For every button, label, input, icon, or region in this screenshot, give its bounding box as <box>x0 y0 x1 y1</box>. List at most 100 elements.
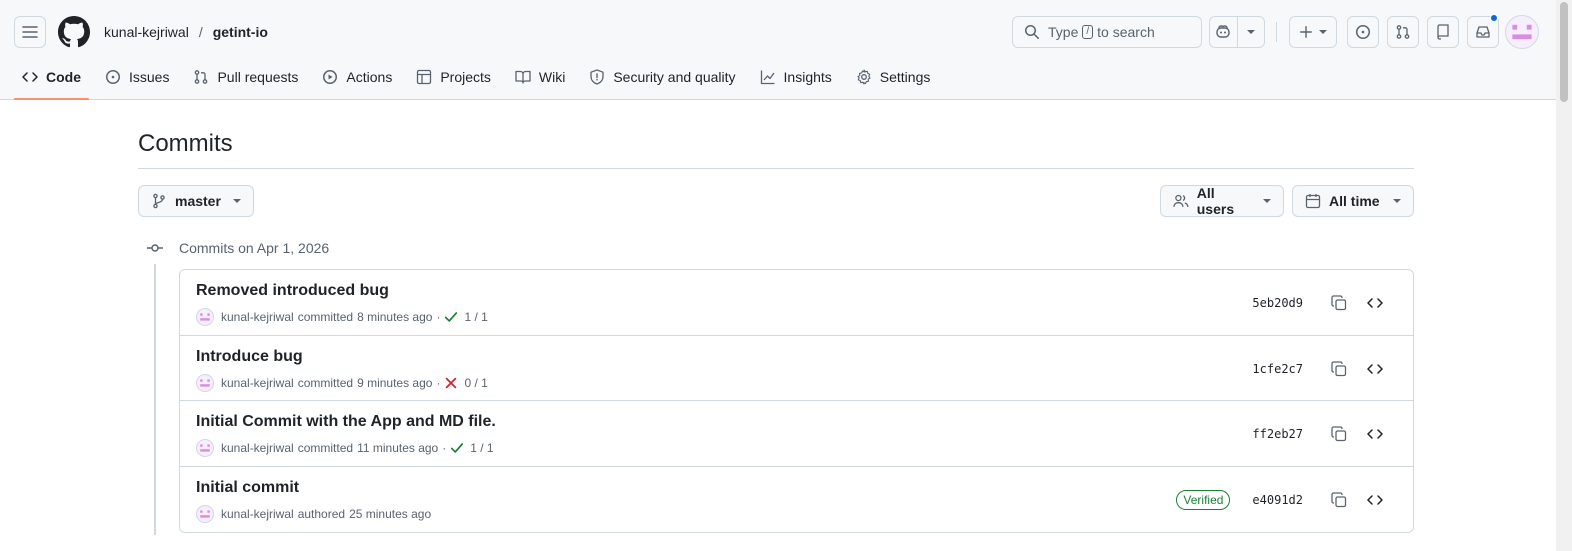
tab-actions[interactable]: Actions <box>314 60 400 94</box>
people-icon <box>1173 194 1189 207</box>
tab-wiki[interactable]: Wiki <box>507 60 573 94</box>
commit-row: Removed introduced bug kunal-kejriwal co… <box>180 270 1413 336</box>
commit-meta: kunal-kejriwal authored 25 minutes ago <box>196 504 432 523</box>
tab-pull-requests[interactable]: Pull requests <box>185 60 306 94</box>
your-issues-button[interactable] <box>1347 16 1379 48</box>
identicon-icon <box>200 444 210 452</box>
search-placeholder: Type / to search <box>1048 24 1155 40</box>
breadcrumb-separator: / <box>198 24 203 40</box>
x-icon <box>446 377 457 388</box>
copy-sha-button[interactable] <box>1325 358 1353 380</box>
commit-message[interactable]: Initial commit <box>196 479 299 497</box>
commit-message[interactable]: Removed introduced bug <box>196 282 389 300</box>
users-filter-label: All users <box>1196 185 1235 217</box>
check-status-button[interactable] <box>444 376 458 390</box>
tab-label: Settings <box>879 69 931 85</box>
user-avatar[interactable] <box>1505 15 1539 49</box>
play-icon <box>323 70 338 84</box>
github-icon <box>58 16 90 48</box>
code-icon <box>1367 429 1383 439</box>
browse-files-button[interactable] <box>1361 358 1389 380</box>
tab-label: Projects <box>440 69 491 85</box>
pull-request-icon <box>195 70 208 84</box>
copy-icon <box>1331 360 1347 376</box>
meta-separator: · <box>442 441 447 455</box>
commit-message[interactable]: Introduce bug <box>196 348 303 366</box>
tab-projects[interactable]: Projects <box>408 60 499 94</box>
create-new-button[interactable] <box>1289 16 1337 48</box>
tab-label: Issues <box>129 69 170 85</box>
commit-group-heading: Commits on Apr 1, 2026 <box>179 240 330 256</box>
breadcrumb-owner[interactable]: kunal-kejriwal <box>104 24 189 40</box>
checks-count[interactable]: 1 / 1 <box>464 310 487 324</box>
copy-sha-button[interactable] <box>1325 489 1353 511</box>
commit-author[interactable]: kunal-kejriwal <box>221 441 294 455</box>
repositories-button[interactable] <box>1427 16 1459 48</box>
tab-issues[interactable]: Issues <box>97 60 177 94</box>
commit-row: Initial commit kunal-kejriwal authored 2… <box>180 467 1413 533</box>
commit-sha[interactable]: 5eb20d9 <box>1252 296 1303 310</box>
copy-sha-button[interactable] <box>1325 292 1353 314</box>
breadcrumb: kunal-kejriwal / getint-io <box>104 24 268 40</box>
tab-insights[interactable]: Insights <box>752 60 840 94</box>
checks-count[interactable]: 0 / 1 <box>464 376 487 390</box>
author-avatar[interactable] <box>196 373 214 392</box>
chevron-down-icon <box>1319 30 1327 34</box>
header-divider <box>1276 22 1277 42</box>
scrollbar-thumb[interactable] <box>1560 2 1568 102</box>
copilot-dropdown-button[interactable] <box>1236 17 1264 47</box>
time-filter[interactable]: All time <box>1292 185 1414 217</box>
checks-count[interactable]: 1 / 1 <box>470 441 493 455</box>
commit-meta: kunal-kejriwal committed 8 minutes ago ·… <box>196 308 488 326</box>
issue-icon <box>1356 25 1370 39</box>
check-status-button[interactable] <box>450 441 464 455</box>
menu-button[interactable] <box>14 16 46 48</box>
tab-label: Security and quality <box>613 69 736 85</box>
graph-icon <box>760 70 775 85</box>
author-avatar[interactable] <box>196 439 214 457</box>
verified-badge[interactable]: Verified <box>1176 489 1231 510</box>
commit-author[interactable]: kunal-kejriwal <box>221 310 294 324</box>
tab-security[interactable]: Security and quality <box>581 60 743 94</box>
identicon-icon <box>200 313 210 321</box>
browse-files-button[interactable] <box>1361 292 1389 314</box>
commit-sha[interactable]: 1cfe2c7 <box>1252 362 1303 376</box>
meta-separator: · <box>436 310 441 324</box>
search-input[interactable]: Type / to search <box>1012 16 1202 48</box>
copy-icon <box>1331 295 1347 311</box>
chevron-down-icon <box>1246 30 1255 34</box>
code-icon <box>1367 298 1383 308</box>
github-logo[interactable] <box>58 16 90 48</box>
commit-time: 8 minutes ago <box>357 310 433 324</box>
author-avatar[interactable] <box>196 504 214 523</box>
users-filter[interactable]: All users <box>1160 185 1284 217</box>
commit-meta: kunal-kejriwal committed 9 minutes ago ·… <box>196 373 488 392</box>
copy-sha-button[interactable] <box>1325 423 1353 445</box>
branch-selector[interactable]: master <box>138 185 254 217</box>
vertical-scrollbar[interactable] <box>1556 0 1572 551</box>
commit-time: 25 minutes ago <box>349 506 432 521</box>
tab-code[interactable]: Code <box>14 60 89 100</box>
commit-author[interactable]: kunal-kejriwal <box>221 507 294 521</box>
commit-message[interactable]: Initial Commit with the App and MD file. <box>196 413 496 431</box>
copilot-button[interactable] <box>1210 17 1237 47</box>
commit-author[interactable]: kunal-kejriwal <box>221 376 294 390</box>
commit-verb: committed <box>297 375 354 390</box>
code-icon <box>1367 494 1383 505</box>
check-status-button[interactable] <box>444 310 458 324</box>
author-avatar[interactable] <box>196 308 214 326</box>
breadcrumb-repo[interactable]: getint-io <box>213 24 268 40</box>
browse-files-button[interactable] <box>1361 423 1389 445</box>
your-pull-requests-button[interactable] <box>1387 16 1419 48</box>
copilot-icon <box>1216 25 1231 38</box>
commit-actions: 1cfe2c7 <box>1252 358 1389 380</box>
commit-verb: committed <box>297 310 354 324</box>
chevron-down-icon <box>1393 199 1401 203</box>
commit-sha[interactable]: e4091d2 <box>1252 493 1303 507</box>
commit-sha[interactable]: ff2eb27 <box>1252 427 1303 441</box>
issue-icon <box>106 70 120 84</box>
table-icon <box>417 69 432 85</box>
tab-settings[interactable]: Settings <box>848 60 939 94</box>
commit-actions: 5eb20d9 <box>1252 292 1389 314</box>
browse-files-button[interactable] <box>1361 489 1389 511</box>
